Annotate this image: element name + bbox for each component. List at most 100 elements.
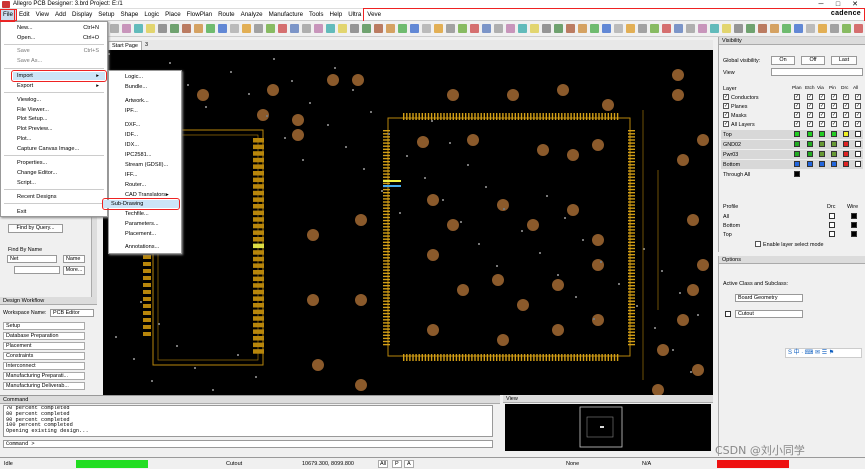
visibility-row-checkbox[interactable]: ✓ bbox=[723, 103, 729, 109]
workflow-item-interconnect[interactable]: Interconnect bbox=[3, 362, 85, 370]
import-menu-item-iff[interactable]: IFF... bbox=[125, 171, 181, 179]
toolbar-tool-icon[interactable] bbox=[481, 24, 491, 33]
profile-color-swatch[interactable] bbox=[829, 213, 835, 219]
subclass-select[interactable]: Cutout bbox=[735, 310, 803, 318]
toolbar-tool-icon[interactable] bbox=[841, 24, 851, 33]
toolbar-tool-icon[interactable] bbox=[817, 24, 827, 33]
toolbar-tool-icon[interactable] bbox=[757, 24, 767, 33]
menu-shape[interactable]: Shape bbox=[117, 10, 141, 20]
find-by-query-button[interactable]: Find by Query... bbox=[8, 224, 63, 233]
menu-veve[interactable]: Veve bbox=[364, 10, 384, 20]
workspace-select[interactable]: PCB Editor bbox=[50, 309, 94, 317]
menu-logic[interactable]: Logic bbox=[141, 10, 162, 20]
view-select[interactable] bbox=[771, 68, 863, 76]
toolbar-tool-icon[interactable] bbox=[721, 24, 731, 33]
toolbar-tool-icon[interactable] bbox=[529, 24, 539, 33]
file-menu-item-properties[interactable]: Properties... bbox=[17, 159, 105, 167]
menu-analyze[interactable]: Analyze bbox=[238, 10, 266, 20]
toolbar-tool-icon[interactable] bbox=[637, 24, 647, 33]
layer-color-swatch[interactable] bbox=[843, 141, 849, 147]
toolbar-tool-icon[interactable] bbox=[121, 24, 131, 33]
import-menu-item-router[interactable]: Router... bbox=[125, 181, 181, 189]
toolbar-tool-icon[interactable] bbox=[313, 24, 323, 33]
toolbar-tool-icon[interactable] bbox=[397, 24, 407, 33]
visibility-checkbox[interactable]: ✓ bbox=[831, 103, 837, 109]
visibility-checkbox[interactable]: ✓ bbox=[831, 121, 837, 127]
toolbar-tool-icon[interactable] bbox=[337, 24, 347, 33]
minimize-button[interactable]: ─ bbox=[815, 0, 827, 9]
file-menu-item-import[interactable]: Import ▸ bbox=[11, 70, 107, 82]
toolbar-tool-icon[interactable] bbox=[649, 24, 659, 33]
toolbar-tool-icon[interactable] bbox=[109, 24, 119, 33]
menu-place[interactable]: Place bbox=[162, 10, 183, 20]
menu-ultra[interactable]: Ultra bbox=[345, 10, 364, 20]
profile-color-swatch[interactable] bbox=[851, 231, 857, 237]
toolbar-tool-icon[interactable] bbox=[661, 24, 671, 33]
status-p-button[interactable]: P bbox=[392, 460, 402, 468]
toolbar-tool-icon[interactable] bbox=[181, 24, 191, 33]
layer-color-swatch[interactable] bbox=[855, 141, 861, 147]
file-menu-item-recent-designs[interactable]: Recent Designs bbox=[17, 193, 105, 201]
toolbar-tool-icon[interactable] bbox=[265, 24, 275, 33]
toolbar-tool-icon[interactable] bbox=[601, 24, 611, 33]
tab-start-page[interactable]: Start Page bbox=[108, 41, 142, 50]
visibility-checkbox[interactable]: ✓ bbox=[843, 94, 849, 100]
toolbar-tool-icon[interactable] bbox=[805, 24, 815, 33]
import-menu-item-techfile[interactable]: Techfile... bbox=[125, 210, 181, 218]
import-menu-item-ipc2581[interactable]: IPC2581... bbox=[125, 151, 181, 159]
file-menu-item-viewlog[interactable]: Viewlog... bbox=[17, 96, 105, 104]
toolbar-tool-icon[interactable] bbox=[217, 24, 227, 33]
visibility-checkbox[interactable]: ✓ bbox=[843, 112, 849, 118]
toolbar-tool-icon[interactable] bbox=[157, 24, 167, 33]
file-menu-item-change-editor[interactable]: Change Editor... bbox=[17, 169, 105, 177]
visibility-checkbox[interactable]: ✓ bbox=[794, 103, 800, 109]
toolbar-tool-icon[interactable] bbox=[541, 24, 551, 33]
toolbar-tool-icon[interactable] bbox=[253, 24, 263, 33]
toolbar-tool-icon[interactable] bbox=[193, 24, 203, 33]
file-menu-item-file-viewer[interactable]: File Viewer... bbox=[17, 106, 105, 114]
layer-color-swatch[interactable] bbox=[855, 161, 861, 167]
file-menu-item-open[interactable]: Open... Ctrl+O bbox=[17, 34, 105, 42]
pcb-canvas[interactable] bbox=[103, 50, 713, 395]
close-button[interactable]: ✕ bbox=[849, 0, 861, 9]
workflow-item-placement[interactable]: Placement bbox=[3, 342, 85, 350]
toolbar-tool-icon[interactable] bbox=[709, 24, 719, 33]
import-menu-item-parameters[interactable]: Parameters... bbox=[125, 220, 181, 228]
toolbar-tool-icon[interactable] bbox=[613, 24, 623, 33]
toolbar-tool-icon[interactable] bbox=[697, 24, 707, 33]
layer-color-swatch[interactable] bbox=[843, 151, 849, 157]
import-menu-item-dxf[interactable]: DXF... bbox=[125, 121, 181, 129]
toolbar-tool-icon[interactable] bbox=[241, 24, 251, 33]
visibility-checkbox[interactable]: ✓ bbox=[794, 121, 800, 127]
import-menu-item-bundle[interactable]: Bundle... bbox=[125, 83, 181, 91]
toolbar-tool-icon[interactable] bbox=[577, 24, 587, 33]
toolbar-tool-icon[interactable] bbox=[145, 24, 155, 33]
profile-color-swatch[interactable] bbox=[829, 222, 835, 228]
import-menu-item-idf[interactable]: IDF... bbox=[125, 131, 181, 139]
profile-color-swatch[interactable] bbox=[851, 213, 857, 219]
visibility-checkbox[interactable]: ✓ bbox=[831, 94, 837, 100]
import-menu-item-artwork[interactable]: Artwork... bbox=[125, 97, 181, 105]
file-menu-item-save-as[interactable]: Save As... bbox=[17, 57, 105, 65]
layer-color-swatch[interactable] bbox=[831, 161, 837, 167]
layer-color-swatch[interactable] bbox=[794, 131, 800, 137]
file-menu-item-new[interactable]: New... Ctrl+N bbox=[17, 24, 105, 32]
name-select[interactable]: Name bbox=[63, 255, 85, 263]
layer-color-swatch[interactable] bbox=[807, 131, 813, 137]
visibility-on-button[interactable]: On bbox=[771, 56, 795, 65]
toolbar-tool-icon[interactable] bbox=[469, 24, 479, 33]
class-select[interactable]: Board Geometry bbox=[735, 294, 803, 302]
menu-display[interactable]: Display bbox=[69, 10, 95, 20]
visibility-checkbox[interactable]: ✓ bbox=[819, 94, 825, 100]
workflow-item-constraints[interactable]: Constraints bbox=[3, 352, 85, 360]
import-menu-item-idx[interactable]: IDX... bbox=[125, 141, 181, 149]
visibility-checkbox[interactable]: ✓ bbox=[819, 121, 825, 127]
toolbar-tool-icon[interactable] bbox=[685, 24, 695, 33]
toolbar-tool-icon[interactable] bbox=[205, 24, 215, 33]
status-units[interactable]: All bbox=[378, 460, 389, 468]
layer-color-swatch[interactable] bbox=[819, 131, 825, 137]
visibility-checkbox[interactable]: ✓ bbox=[807, 103, 813, 109]
visibility-off-button[interactable]: Off bbox=[801, 56, 825, 65]
menu-route[interactable]: Route bbox=[215, 10, 238, 20]
layer-color-swatch[interactable] bbox=[831, 151, 837, 157]
